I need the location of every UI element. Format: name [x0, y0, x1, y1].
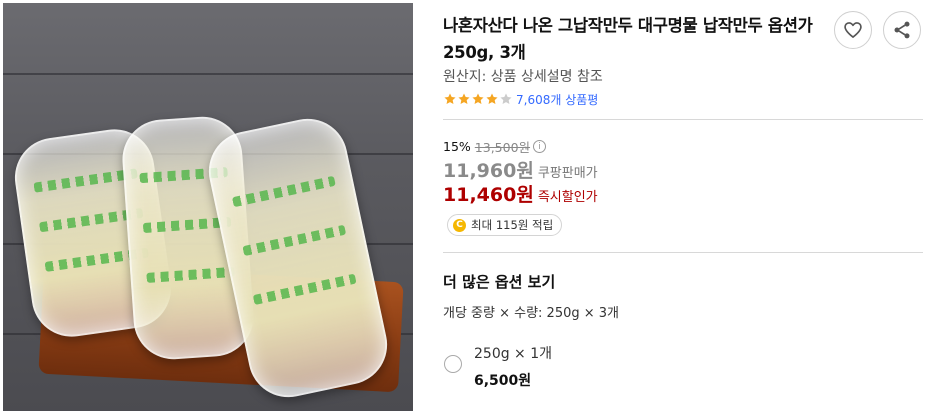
- option-radio[interactable]: [444, 355, 462, 373]
- product-image[interactable]: [3, 3, 413, 411]
- points-badge: C 최대 115원 적립: [447, 214, 563, 236]
- review-count-link[interactable]: 7,608개 상품평: [516, 91, 598, 108]
- discount-rate: 15%: [443, 139, 471, 154]
- product-detail-panel: 나혼자산다 나온 그납작만두 대구명물 납작만두 옵션가 250g, 3개 원산…: [443, 0, 923, 414]
- instant-price: 11,460원: [443, 184, 534, 206]
- wood-plank-line: [3, 73, 413, 75]
- divider: [443, 252, 923, 253]
- star-icon: [458, 93, 470, 105]
- option-name[interactable]: 250g × 1개: [474, 343, 552, 363]
- coupang-price-label: 쿠팡판매가: [537, 166, 598, 181]
- coin-icon: C: [453, 218, 466, 232]
- star-rating: [443, 92, 513, 106]
- divider: [443, 119, 923, 120]
- origin-info: 원산지: 상품 상세설명 참조: [443, 69, 603, 85]
- share-button[interactable]: [883, 11, 921, 49]
- discount-row: 15% 13,500원 i: [443, 137, 547, 156]
- instant-price-row: 11,460원 즉시할인가: [443, 180, 598, 207]
- instant-price-label: 즉시할인가: [537, 190, 598, 205]
- original-price: 13,500원: [474, 140, 531, 155]
- star-icon: [444, 93, 456, 105]
- coupang-price: 11,960원: [443, 160, 534, 182]
- points-text: 최대 115원 적립: [471, 218, 554, 232]
- more-options-heading: 더 많은 옵션 보기: [443, 273, 556, 291]
- star-icon: [472, 93, 484, 105]
- coupang-price-row: 11,960원 쿠팡판매가: [443, 156, 598, 183]
- option-price: 6,500원: [474, 373, 532, 389]
- wishlist-button[interactable]: [834, 11, 872, 49]
- star-icon: [486, 93, 498, 105]
- share-icon: [894, 21, 910, 39]
- rating-row: 7,608개 상품평: [443, 91, 598, 107]
- product-title: 나혼자산다 나온 그납작만두 대구명물 납작만두 옵션가 250g, 3개: [443, 16, 813, 62]
- info-icon[interactable]: i: [533, 140, 547, 153]
- star-icon: [500, 93, 512, 105]
- option-spec: 개당 중량 × 수량: 250g × 3개: [443, 306, 620, 321]
- heart-icon: [844, 22, 862, 38]
